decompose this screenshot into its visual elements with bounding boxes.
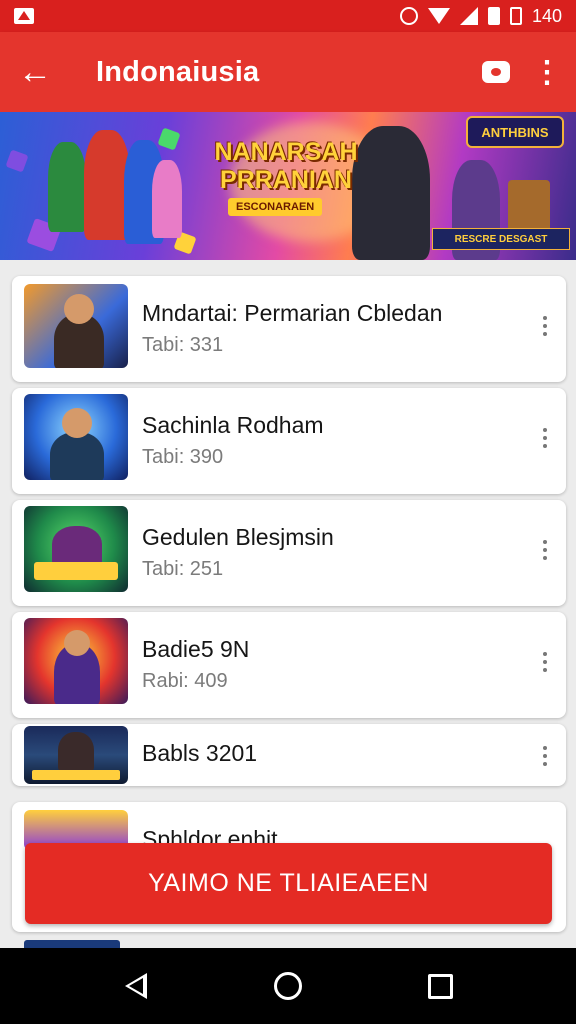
nav-recents-button[interactable] [408,954,472,1018]
signal-icon [459,7,478,25]
thumbnail-head [62,408,92,438]
game-thumbnail [24,284,128,368]
app-bar: ← Indonaiusia ⋮ [0,32,576,112]
gem-decoration [157,127,181,151]
thumbnail-logo [34,562,118,580]
item-title: Badie5 9N [142,636,250,662]
item-subtitle: Tabi: 331 [142,334,224,356]
more-vertical-icon: ⋮ [532,55,562,89]
gem-decoration [5,149,29,173]
item-more-icon[interactable] [532,316,558,340]
nav-home-button[interactable] [256,954,320,1018]
item-title: Sachinla Rodham [142,412,324,438]
status-bar: 140 [0,0,576,32]
thumbnail-figure [58,732,94,772]
hero-figure [152,160,182,238]
banner-logo: ANTHBINS [466,116,564,148]
battery-icon [487,7,500,25]
screen: 140 ← Indonaiusia ⋮ NANARSAH PRRANIAN ES… [0,0,576,1024]
thumbnail-head [64,294,94,324]
list-item[interactable]: Sachinla Rodham Tabi: 390 [12,388,566,494]
banner-title-line1: NANARSAH [214,138,358,166]
item-more-icon[interactable] [532,428,558,452]
item-title: Babls 3201 [142,740,258,766]
item-subtitle: Tabi: 390 [142,446,224,468]
thumbnail-head [64,630,90,656]
page-title: Indonaiusia [96,55,260,88]
item-more-icon[interactable] [532,540,558,564]
back-triangle-icon [125,973,147,999]
primary-action-button[interactable]: YAIMO NE TLIAIEAEEN [25,843,552,924]
recents-square-icon [427,973,453,999]
hero-figure [48,142,86,232]
item-more-icon[interactable] [532,652,558,676]
item-title: Gedulen Blesjmsin [142,524,334,550]
arrow-left-icon: ← [18,52,52,91]
banner-subtitle: ESCONARAEN [228,198,323,216]
game-thumbnail [24,726,128,784]
chat-icon [482,61,510,83]
promo-banner[interactable]: NANARSAH PRRANIAN ESCONARAEN ANTHBINS RE… [0,112,576,260]
wifi-icon [427,8,450,24]
thumbnail-figure [50,432,104,480]
item-subtitle: Tabi: 251 [142,558,224,580]
game-thumbnail [24,618,128,704]
chat-button[interactable] [474,32,518,112]
status-icons: 140 [399,5,562,27]
item-title: Mndartai: Permarian Cbledan [142,300,443,326]
list-item[interactable]: Badie5 9N Rabi: 409 [12,612,566,718]
item-subtitle: Rabi: 409 [142,670,228,692]
status-time: 140 [531,5,562,26]
thumbnail-figure [52,526,102,566]
overflow-menu-button[interactable]: ⋮ [518,32,576,112]
game-thumbnail [24,506,128,592]
alarm-icon [399,7,418,25]
game-thumbnail [24,394,128,480]
status-left [14,8,34,24]
system-nav-bar [0,948,576,1024]
battery-outline-icon [509,7,522,25]
back-button[interactable]: ← [0,32,70,112]
item-more-icon[interactable] [532,746,558,770]
list-item[interactable]: Babls 3201 [12,724,566,786]
nav-back-button[interactable] [104,954,168,1018]
banner-title-line2: PRRANIAN [220,166,352,194]
list-item[interactable]: Gedulen Blesjmsin Tabi: 251 [12,500,566,606]
banner-title: NANARSAH PRRANIAN [196,138,376,194]
list-item[interactable]: Mndartai: Permarian Cbledan Tabi: 331 [12,276,566,382]
app-notification-icon [14,8,34,24]
thumbnail-logo [32,770,120,780]
home-circle-icon [274,972,302,1000]
banner-tag: RESCRE DESGAST [432,228,570,250]
